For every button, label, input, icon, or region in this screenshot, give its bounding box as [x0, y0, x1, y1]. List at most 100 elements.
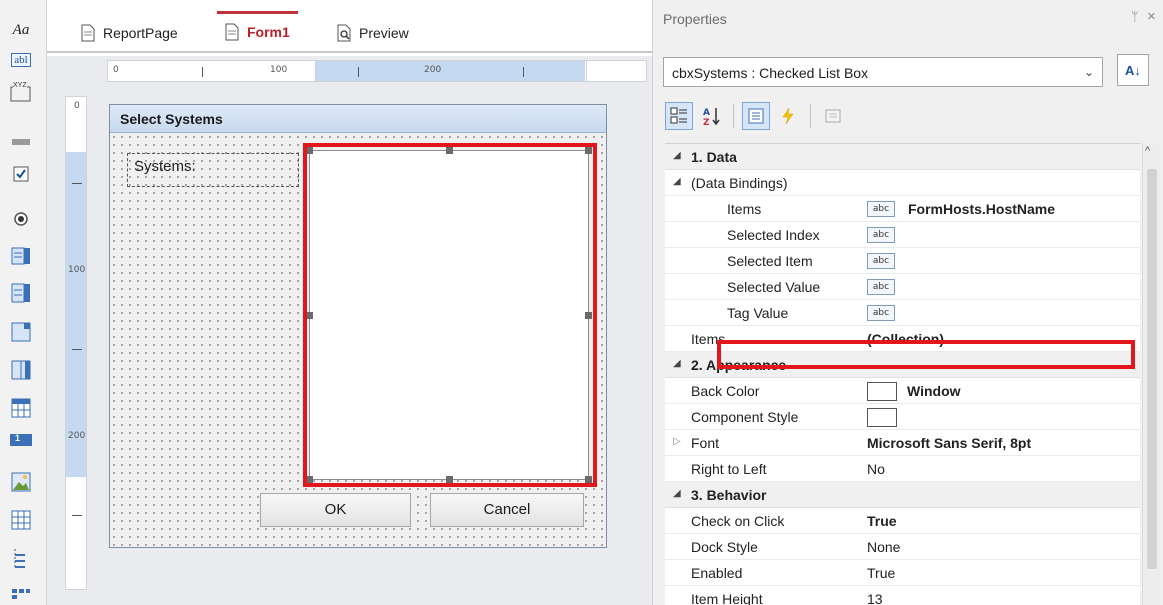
property-row-check-on-click[interactable]: Check on Click True	[665, 508, 1140, 534]
tab-reportpage[interactable]: ReportPage	[73, 14, 186, 52]
events-button[interactable]	[774, 102, 802, 130]
radio-icon[interactable]	[8, 207, 34, 231]
categorized-button[interactable]	[665, 102, 693, 130]
property-row-component-style[interactable]: Component Style	[665, 404, 1140, 430]
resize-handle[interactable]	[306, 312, 313, 319]
category-behavior[interactable]: ◢ 3. Behavior	[665, 482, 1140, 508]
property-row-tag-value[interactable]: Tag Value abc	[665, 300, 1140, 326]
collapse-icon[interactable]: ◢	[673, 358, 681, 369]
binding-icon: abc	[867, 227, 895, 243]
listbox-icon[interactable]	[8, 244, 34, 268]
property-pages-disabled-icon	[825, 109, 841, 123]
collapse-icon[interactable]: ◢	[673, 488, 681, 499]
vertical-ruler: 0 100 200	[65, 96, 87, 590]
ruler-tick	[72, 349, 82, 350]
lightning-icon	[782, 107, 794, 125]
resize-handle[interactable]	[306, 476, 313, 483]
form-design-window[interactable]: Select Systems Systems: OK Cancel	[109, 104, 607, 548]
tree-icon[interactable]	[8, 546, 34, 570]
object-selector-value: cbxSystems : Checked List Box	[672, 65, 869, 81]
property-row-selected-item[interactable]: Selected Item abc	[665, 248, 1140, 274]
category-appearance[interactable]: ◢ 2. Appearance	[665, 352, 1140, 378]
svg-text:A: A	[703, 108, 710, 118]
category-data[interactable]: ◢ 1. Data	[665, 144, 1140, 170]
ruler-selection	[315, 61, 585, 81]
property-value[interactable]: None	[867, 539, 900, 555]
dual-listbox-icon[interactable]	[8, 358, 34, 382]
resize-handle[interactable]	[446, 147, 453, 154]
combobox-icon[interactable]	[8, 320, 34, 344]
ruler-tick	[72, 515, 82, 516]
bottom-list-icon[interactable]	[8, 582, 34, 605]
object-selector[interactable]: cbxSystems : Checked List Box ⌄	[663, 57, 1103, 87]
property-name: Component Style	[691, 409, 799, 425]
ruler-label: 200	[424, 65, 442, 75]
resize-handle[interactable]	[585, 147, 592, 154]
property-row-items-binding[interactable]: Items abc FormHosts.HostName	[665, 196, 1140, 222]
numeric-icon-glyph: 1	[15, 433, 21, 443]
ok-button[interactable]: OK	[260, 493, 411, 527]
checked-list-box[interactable]	[309, 150, 589, 480]
property-row-selected-index[interactable]: Selected Index abc	[665, 222, 1140, 248]
numeric-icon[interactable]: 1	[8, 428, 34, 452]
resize-handle[interactable]	[585, 476, 592, 483]
property-row-font[interactable]: ▷ Font Microsoft Sans Serif, 8pt	[665, 430, 1140, 456]
pin-icon[interactable]: ᛘ	[1131, 9, 1139, 24]
property-pages-button[interactable]	[819, 102, 847, 130]
property-value[interactable]: 13	[867, 591, 883, 605]
table-icon[interactable]	[8, 508, 34, 532]
sort-glyph: A↓	[1125, 62, 1141, 78]
tab-form1[interactable]: Form1	[217, 11, 298, 49]
cancel-button[interactable]: Cancel	[430, 493, 584, 527]
resize-handle[interactable]	[585, 312, 592, 319]
document-tabs: ReportPage Form1 Preview	[47, 0, 652, 56]
button-icon[interactable]	[8, 130, 34, 154]
property-value[interactable]: No	[867, 461, 885, 477]
scroll-thumb[interactable]	[1147, 169, 1157, 569]
form-body[interactable]: Systems: OK Cancel	[110, 133, 606, 547]
properties-view-button[interactable]	[742, 102, 770, 130]
ruler-label: 0	[74, 101, 80, 111]
property-row-dock-style[interactable]: Dock Style None	[665, 534, 1140, 560]
resize-handle[interactable]	[446, 476, 453, 483]
property-row-item-height[interactable]: Item Height 13	[665, 586, 1140, 605]
font-icon[interactable]: Aa	[8, 18, 34, 42]
binding-icon: abc	[867, 279, 895, 295]
ruler-label: 200	[68, 431, 86, 441]
property-value[interactable]: True	[867, 565, 895, 581]
property-value[interactable]: Microsoft Sans Serif, 8pt	[867, 435, 1031, 451]
property-name: Selected Item	[727, 253, 813, 269]
tab-preview[interactable]: Preview	[329, 14, 417, 52]
property-row-selected-value[interactable]: Selected Value abc	[665, 274, 1140, 300]
vertical-scrollbar[interactable]: ^	[1142, 143, 1160, 605]
property-row-back-color[interactable]: Back Color Window	[665, 378, 1140, 404]
chevron-up-icon[interactable]: ^	[1145, 145, 1150, 157]
toolbar-separator	[733, 104, 734, 128]
property-value[interactable]: True	[867, 513, 897, 529]
expand-icon[interactable]: ▷	[673, 436, 681, 447]
checkbox-icon[interactable]	[8, 162, 34, 186]
picture-icon[interactable]	[8, 470, 34, 494]
collapse-icon[interactable]: ◢	[673, 176, 681, 187]
resize-handle[interactable]	[306, 147, 313, 154]
systems-label[interactable]: Systems:	[127, 153, 299, 187]
tab-divider	[47, 51, 652, 53]
alphabetical-button[interactable]: AZ	[697, 102, 725, 130]
ruler-label: 100	[68, 265, 86, 275]
property-value[interactable]: FormHosts.HostName	[908, 201, 1055, 217]
textbox-icon[interactable]: abl	[8, 48, 34, 72]
groupbox-icon[interactable]: XYZ	[8, 80, 34, 104]
grid-icon[interactable]	[8, 396, 34, 420]
property-value[interactable]: (Collection)	[867, 331, 944, 347]
properties-panel: Properties ᛘ × cbxSystems : Checked List…	[652, 0, 1163, 605]
close-icon[interactable]: ×	[1147, 8, 1156, 25]
sort-alphabetical-icon[interactable]: A↓	[1117, 54, 1149, 86]
property-row-enabled[interactable]: Enabled True	[665, 560, 1140, 586]
svg-text:Z: Z	[703, 118, 710, 126]
checked-listbox-icon[interactable]	[8, 281, 34, 305]
group-data-bindings[interactable]: ◢ (Data Bindings)	[665, 170, 1140, 196]
collapse-icon[interactable]: ◢	[673, 150, 681, 161]
property-row-right-to-left[interactable]: Right to Left No	[665, 456, 1140, 482]
property-row-items[interactable]: Items (Collection)	[665, 326, 1140, 352]
property-value[interactable]: Window	[907, 383, 961, 399]
